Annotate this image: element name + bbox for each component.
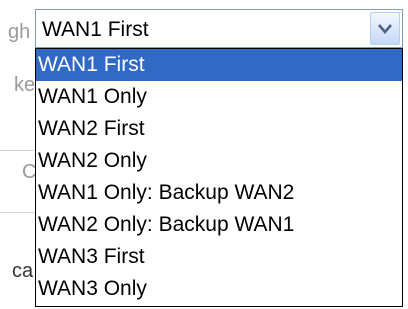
option-wan1-only-backup-wan2[interactable]: WAN1 Only: Backup WAN2 [36,177,402,209]
background-label-fragment: gh [8,21,31,43]
option-wan2-only[interactable]: WAN2 Only [36,145,402,177]
background-label-fragment: ke [14,74,36,96]
background-divider [0,212,34,213]
option-wan3-only[interactable]: WAN3 Only [36,273,402,305]
select-current-value: WAN1 First [42,18,149,41]
option-wan1-first[interactable]: WAN1 First [36,49,402,81]
wan-mode-select[interactable]: WAN1 First [35,9,403,48]
dropdown-arrow-button[interactable] [370,12,400,45]
option-wan3-first[interactable]: WAN3 First [36,241,402,273]
option-wan2-first[interactable]: WAN2 First [36,113,402,145]
chevron-down-icon [378,24,392,34]
option-wan2-only-backup-wan1[interactable]: WAN2 Only: Backup WAN1 [36,209,402,241]
background-label-fragment: ca [12,260,34,282]
option-wan1-only[interactable]: WAN1 Only [36,81,402,113]
background-divider [0,150,34,151]
dropdown-option-list: WAN1 First WAN1 Only WAN2 First WAN2 Onl… [35,48,403,307]
